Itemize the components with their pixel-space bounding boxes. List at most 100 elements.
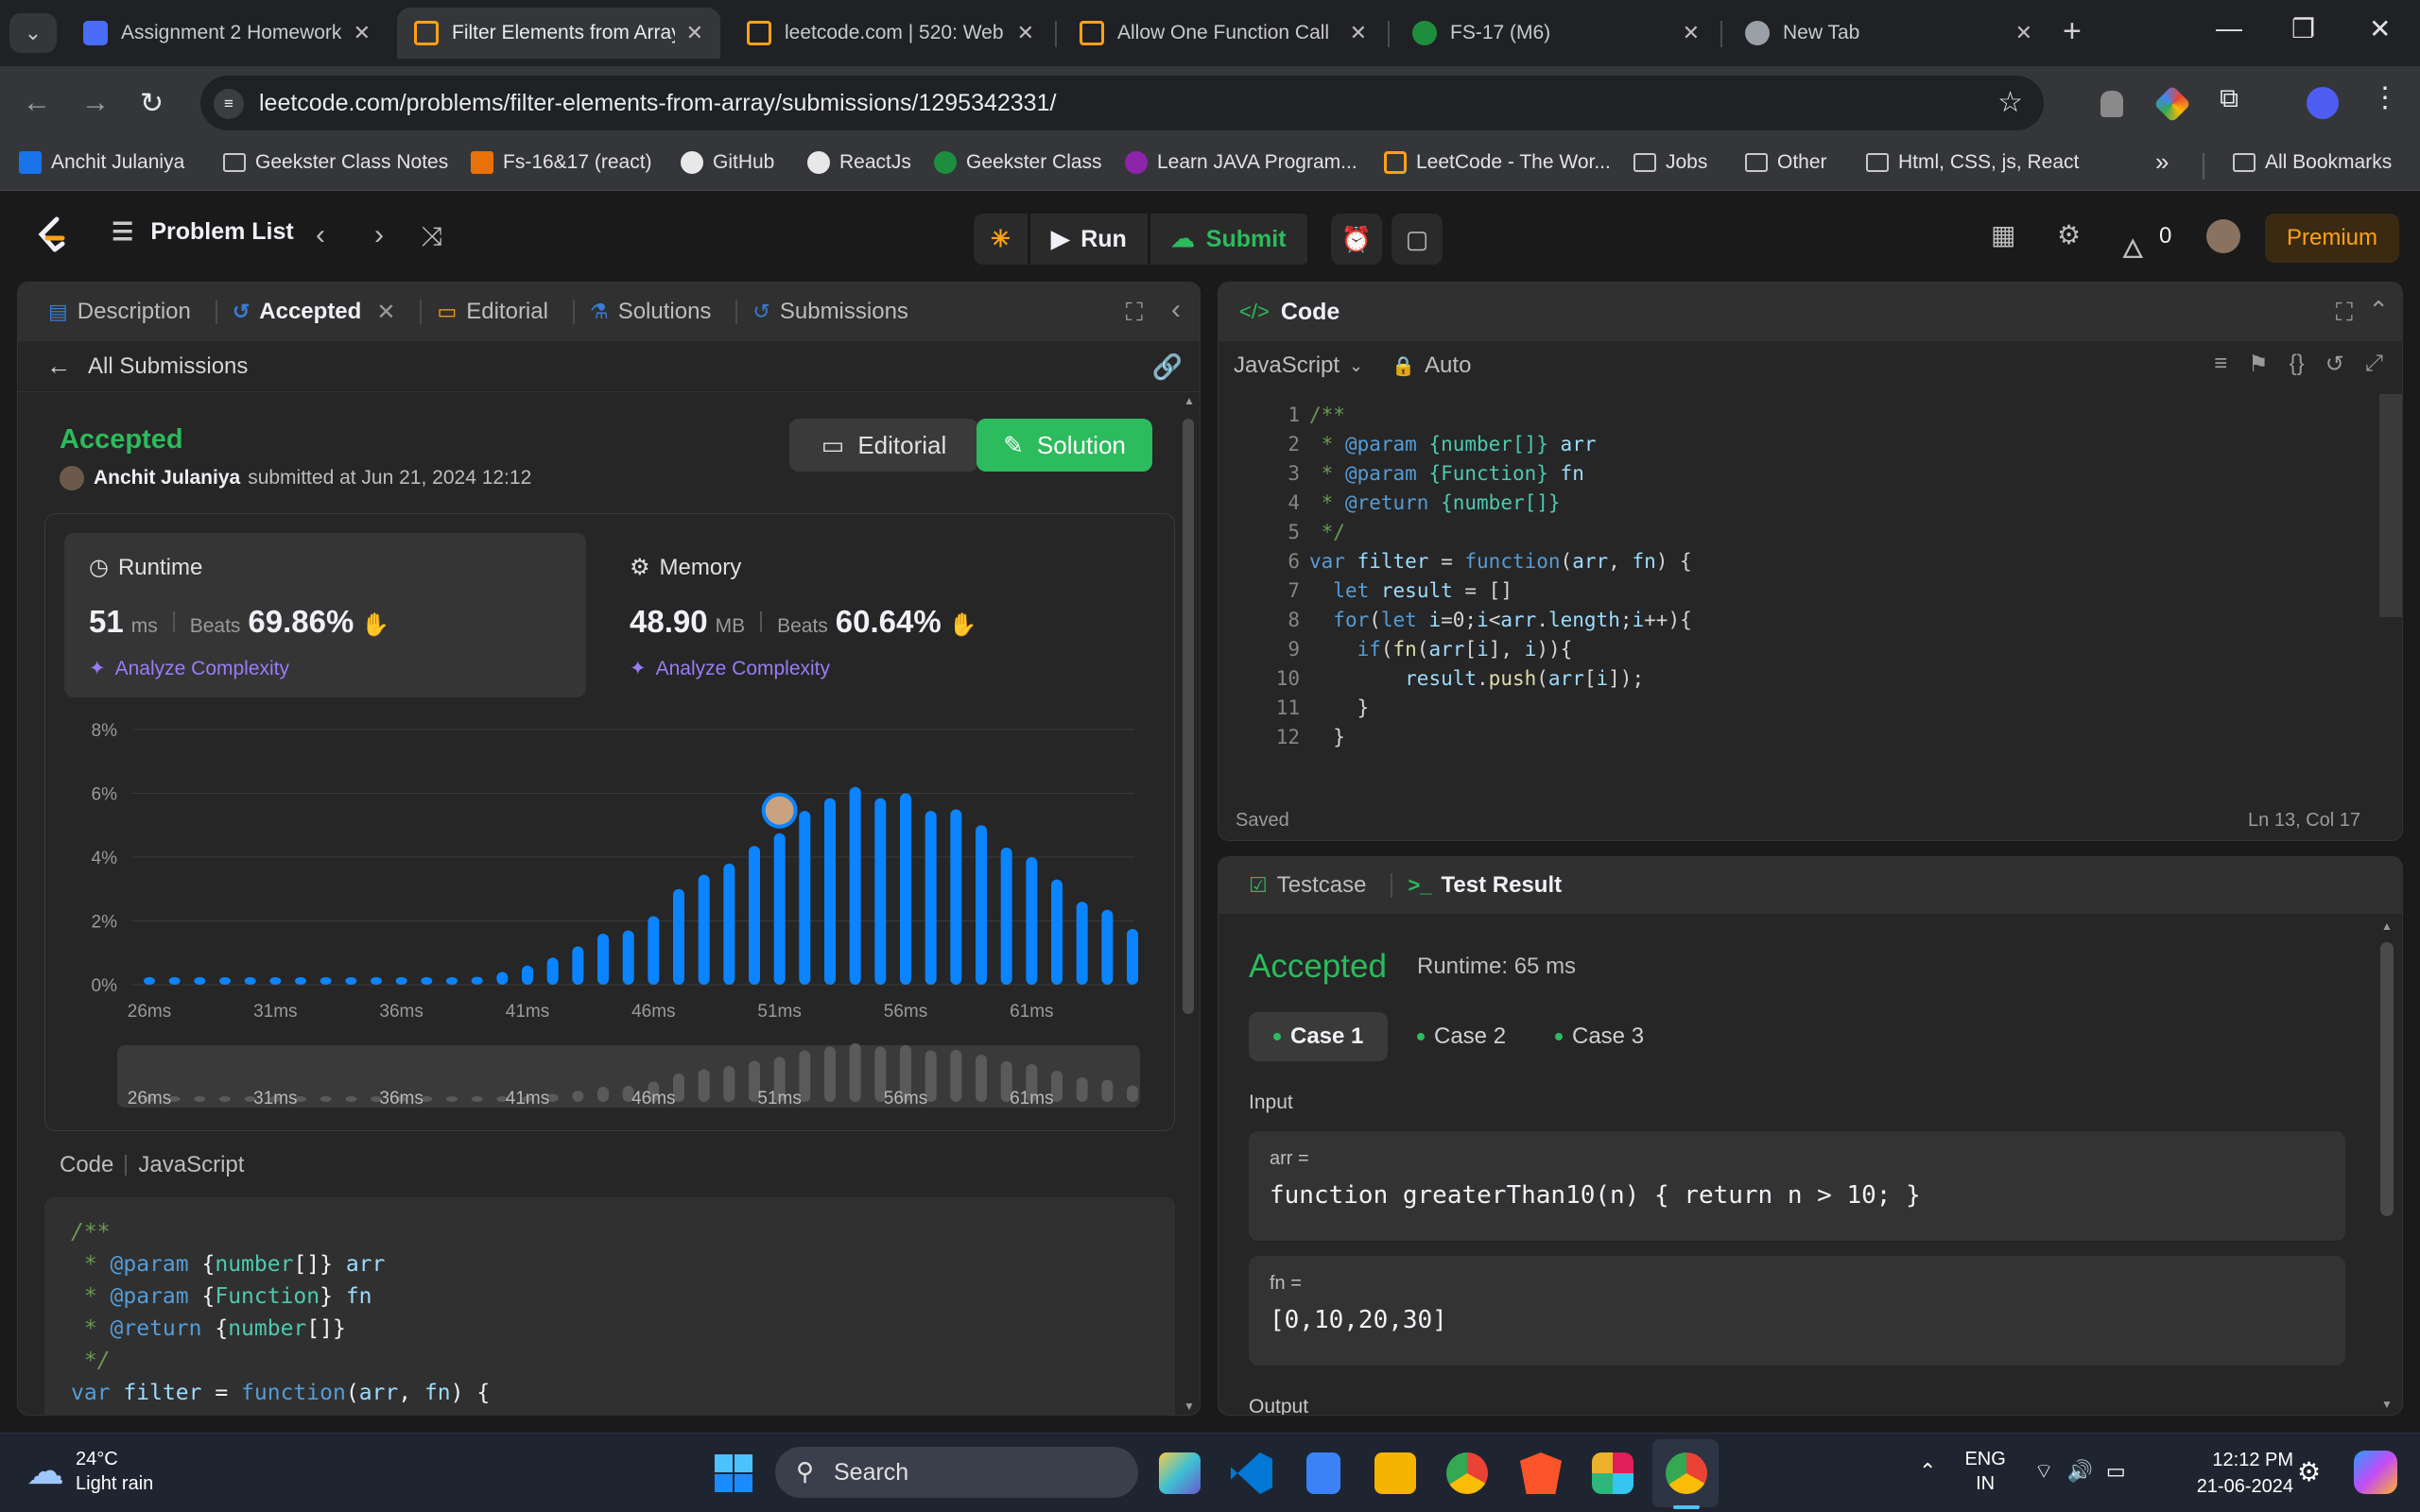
tab-search-button[interactable]: ⌄ bbox=[9, 13, 57, 53]
scrollbar[interactable]: ▲ ▼ bbox=[1179, 394, 1198, 1415]
chrome-active-icon[interactable] bbox=[1666, 1452, 1707, 1494]
close-icon[interactable]: ✕ bbox=[1683, 21, 1700, 45]
tab-editorial[interactable]: ▭ Editorial bbox=[427, 299, 558, 325]
notepad-icon[interactable] bbox=[1306, 1452, 1340, 1494]
battery-icon[interactable]: ▭ bbox=[2106, 1459, 2126, 1484]
close-icon[interactable]: ✕ bbox=[2015, 21, 2032, 45]
browser-tab[interactable]: New Tab ✕ bbox=[1728, 8, 2049, 59]
case-tab-2[interactable]: Case 2 bbox=[1392, 1012, 1530, 1061]
run-button[interactable]: ▶ Run bbox=[1029, 214, 1148, 265]
link-icon[interactable]: 🔗 bbox=[1152, 352, 1183, 382]
clock[interactable]: 12:12 PM 21-06-2024 bbox=[2174, 1447, 2293, 1500]
memory-card[interactable]: ⚙ Memory 48.90 MB Beats 60.64% ✋ ✦ Analyze… bbox=[605, 533, 1127, 697]
weather-widget[interactable]: ☁ 24°C Light rain bbox=[26, 1447, 153, 1496]
reset-icon[interactable]: ↺ bbox=[2325, 351, 2344, 378]
chrome-menu-icon[interactable]: ⋮ bbox=[2371, 81, 2403, 113]
editor-scrollbar[interactable] bbox=[2379, 394, 2402, 617]
notes-icon[interactable]: ▢ bbox=[1392, 214, 1443, 265]
slack-icon[interactable] bbox=[1592, 1452, 1634, 1494]
braces-icon[interactable]: {} bbox=[2290, 351, 2305, 378]
extension-icon[interactable] bbox=[2100, 91, 2123, 117]
extensions-puzzle-icon[interactable]: ⧉ bbox=[2220, 83, 2252, 115]
bookmark-item[interactable]: Fs-16&17 (react) bbox=[471, 151, 652, 174]
browser-tab[interactable]: Allow One Function Call ✕ bbox=[1063, 8, 1384, 59]
profile-avatar[interactable] bbox=[2307, 87, 2339, 119]
bookmark-item[interactable]: Learn JAVA Program... bbox=[1125, 151, 1357, 174]
bookmark-star-icon[interactable]: ☆ bbox=[1997, 86, 2023, 119]
volume-icon[interactable]: 🔊 bbox=[2066, 1459, 2092, 1484]
scrollbar-thumb[interactable] bbox=[1183, 419, 1194, 1014]
close-icon[interactable]: ✕ bbox=[1350, 21, 1367, 45]
premium-button[interactable]: Premium bbox=[2265, 214, 2399, 263]
brave-icon[interactable] bbox=[1520, 1452, 1562, 1494]
runtime-card[interactable]: ◷ Runtime 51 ms Beats 69.86% ✋ ✦ Analyze C… bbox=[64, 533, 586, 697]
wifi-icon[interactable]: ⌔ bbox=[2034, 1458, 2054, 1485]
bookmark-item[interactable]: Anchit Julaniya bbox=[19, 151, 184, 174]
collapse-up-icon[interactable]: ⌃ bbox=[2368, 296, 2389, 325]
maximize-icon[interactable]: ⛶ bbox=[2336, 298, 2353, 328]
runtime-distribution-chart[interactable]: 0% 2% 4% 6% 8% 26ms 31ms 36ms 41ms 46ms 51ms 56ms 61… bbox=[45, 713, 1176, 1128]
more-bookmarks-button[interactable]: » bbox=[2155, 147, 2169, 177]
minimize-button[interactable]: — bbox=[2216, 13, 2242, 43]
maximize-icon[interactable]: ⛶ bbox=[1126, 298, 1143, 328]
tab-accepted[interactable]: ↺ Accepted ✕ bbox=[223, 299, 406, 326]
prev-problem-button[interactable]: ‹ bbox=[316, 219, 325, 251]
reload-button[interactable]: ↻ bbox=[140, 87, 164, 120]
analyze-complexity-link[interactable]: ✦ Analyze Complexity bbox=[630, 657, 1102, 680]
bookmark-item[interactable]: Jobs bbox=[1634, 151, 1707, 174]
debug-icon[interactable]: ✳ bbox=[974, 214, 1028, 265]
submit-button[interactable]: ☁ Submit bbox=[1150, 214, 1307, 265]
tab-submissions[interactable]: ↺ Submissions bbox=[743, 299, 918, 325]
scrollbar[interactable]: ▲ ▼ bbox=[2377, 919, 2396, 1415]
leetcode-logo-icon[interactable] bbox=[34, 215, 68, 257]
site-info-icon[interactable]: ≡ bbox=[214, 89, 244, 119]
color-extension-icon[interactable] bbox=[2153, 85, 2191, 123]
bookmark-item[interactable]: Html, CSS, js, React bbox=[1866, 151, 2079, 174]
expand-icon[interactable]: ⤢ bbox=[2365, 351, 2383, 378]
chevron-down-icon[interactable]: ⌄ bbox=[1349, 356, 1363, 376]
close-window-button[interactable]: ✕ bbox=[2369, 13, 2391, 44]
copilot-icon[interactable] bbox=[2354, 1451, 2397, 1494]
close-icon[interactable]: ✕ bbox=[354, 21, 371, 45]
address-bar[interactable]: ≡ leetcode.com/problems/filter-elements-… bbox=[200, 76, 2044, 130]
solution-button[interactable]: ✎ Solution bbox=[977, 419, 1152, 472]
analyze-complexity-link[interactable]: ✦ Analyze Complexity bbox=[89, 657, 562, 680]
browser-tab[interactable]: Assignment 2 Homework ✕ bbox=[66, 8, 388, 59]
auto-mode[interactable]: Auto bbox=[1425, 352, 1471, 379]
submitter-name[interactable]: Anchit Julaniya bbox=[94, 467, 240, 490]
chrome-icon[interactable] bbox=[1446, 1452, 1488, 1494]
tab-description[interactable]: ▤ Description bbox=[39, 299, 200, 325]
bookmark-item[interactable]: Geekster Class bbox=[934, 151, 1102, 174]
bookmark-item[interactable]: LeetCode - The Wor... bbox=[1384, 151, 1611, 174]
new-tab-button[interactable]: + bbox=[2063, 13, 2082, 50]
scrollbar-thumb[interactable] bbox=[2380, 942, 2394, 1216]
tab-test-result[interactable]: >_ Test Result bbox=[1398, 872, 1571, 899]
case-tab-1[interactable]: Case 1 bbox=[1249, 1012, 1389, 1061]
back-button[interactable]: ← bbox=[23, 87, 51, 119]
app-icon[interactable] bbox=[1159, 1452, 1201, 1494]
chevron-up-icon[interactable]: ⌃ bbox=[1919, 1459, 1936, 1484]
bookmark-icon[interactable]: ⚑ bbox=[2248, 351, 2269, 378]
bookmark-item[interactable]: Geekster Class Notes bbox=[223, 151, 448, 174]
windows-start-icon[interactable] bbox=[715, 1454, 752, 1492]
bookmark-item[interactable]: Other bbox=[1745, 151, 1827, 174]
all-bookmarks[interactable]: All Bookmarks bbox=[2233, 151, 2392, 174]
vscode-icon[interactable] bbox=[1231, 1452, 1272, 1494]
tab-testcase[interactable]: ☑ Testcase bbox=[1239, 872, 1375, 899]
collapse-icon[interactable]: ‹ bbox=[1171, 294, 1181, 326]
bookmark-item[interactable]: GitHub bbox=[681, 151, 774, 174]
tab-solutions[interactable]: ⚗ Solutions bbox=[580, 299, 720, 325]
problem-list-button[interactable]: ☰ Problem List bbox=[112, 217, 294, 247]
browser-tab[interactable]: leetcode.com | 520: Web ✕ bbox=[730, 8, 1051, 59]
timer-icon[interactable]: ⏰ bbox=[1331, 214, 1382, 265]
browser-tab[interactable]: FS-17 (M6) ✕ bbox=[1395, 8, 1717, 59]
taskbar-search[interactable]: ⚲ Search bbox=[775, 1447, 1138, 1498]
close-icon[interactable]: ✕ bbox=[686, 21, 703, 45]
code-editor[interactable]: 1/** 2 * @param {number[]} arr 3 * @para… bbox=[1219, 394, 2402, 782]
forward-button[interactable]: → bbox=[81, 87, 110, 119]
language-select[interactable]: JavaScript bbox=[1234, 352, 1340, 379]
next-problem-button[interactable]: › bbox=[374, 219, 384, 251]
streak-fire-icon[interactable]: 🜂 bbox=[2121, 219, 2144, 273]
close-icon[interactable]: ✕ bbox=[1017, 21, 1034, 45]
file-explorer-icon[interactable] bbox=[1374, 1452, 1416, 1494]
